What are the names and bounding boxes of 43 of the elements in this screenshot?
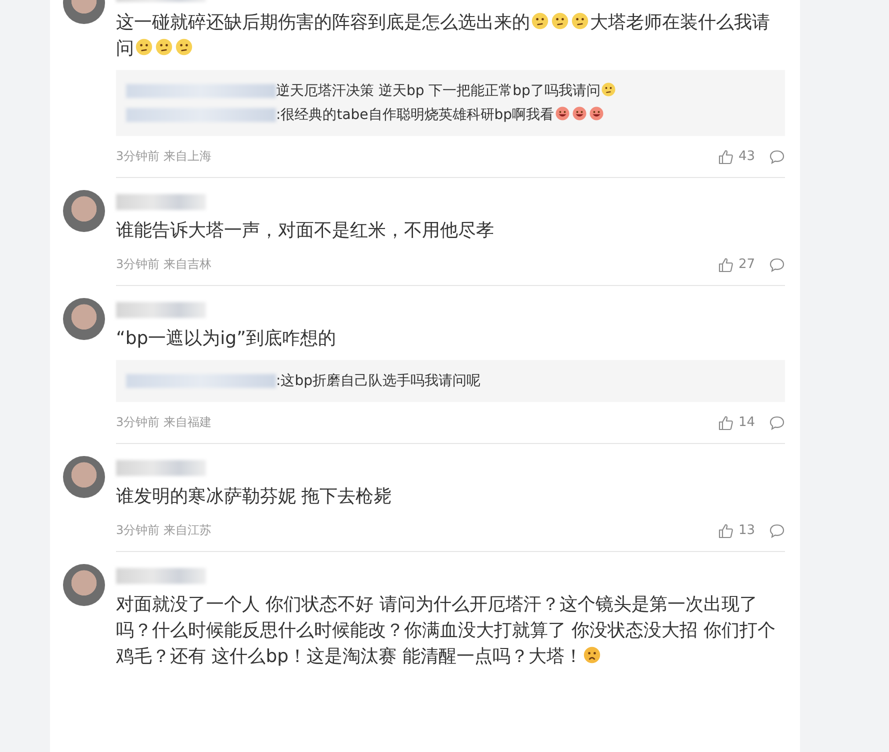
grin-emoji-icon [589,106,604,121]
comment-button[interactable] [769,256,785,272]
thinking-emoji-icon [601,82,616,97]
thinking-emoji-icon [531,12,549,30]
grin-emoji-icon [555,106,570,121]
avatar[interactable] [62,456,104,498]
speech-bubble-icon [769,256,785,272]
grin-emoji-icon [572,106,588,121]
like-button[interactable]: 27 [718,256,755,272]
avatar[interactable] [62,298,104,340]
like-button[interactable]: 43 [718,148,755,164]
comment-button[interactable] [769,522,785,538]
speech-bubble-icon [769,522,785,538]
speech-bubble-icon [769,148,785,164]
comment-meta: 3分钟前 来自江苏 [116,522,212,539]
comment-meta: 3分钟前 来自福建 [116,414,212,431]
comment-meta: 3分钟前 来自吉林 [116,256,212,273]
speech-bubble-icon [769,414,785,430]
comment-text: 对面就没了一个人 你们状态不好 请问为什么开厄塔汗？这个镜头是第一次出现了吗？什么时候能反思什么时候能改？你满血没大打就算了 你没状态没大招 你们打个鸡毛？还有 这什么bp！这是淘汰赛 能清醒一点吗？大塔！ [116,593,776,669]
thumbs-up-icon [718,414,734,430]
thumbs-up-icon [718,148,734,164]
like-button[interactable]: 14 [718,414,755,430]
comment-text: 这一碰就碎还缺后期伤害的阵容到底是怎么选出来的 大塔老师在装什么我请问 [116,11,771,61]
thinking-emoji-icon [571,12,589,30]
thinking-emoji-icon [551,12,569,30]
reply-text: :这bp折磨自己队选手吗我请问呢 [276,372,480,391]
avatar[interactable] [62,190,104,232]
comment-text: “bp一遮以为ig”到底咋想的 [116,327,337,351]
like-button[interactable]: 13 [718,522,755,538]
thinking-emoji-icon [175,38,193,56]
thinking-emoji-icon [155,38,173,56]
comment-button[interactable] [769,414,785,430]
thumbs-up-icon [718,256,734,272]
reply-text: :很经典的tabe自作聪明烧英雄科研bp啊我看 [276,103,606,127]
angry-emoji-icon [583,646,602,664]
reply-text: 逆天厄塔汗决策 逆天bp 下一把能正常bp了吗我请问 [276,79,618,103]
avatar[interactable] [62,564,104,606]
thumbs-up-icon [718,522,734,538]
comment-text: 谁发明的寒冰萨勒芬妮 拖下去枪毙 [116,485,393,509]
comment-button[interactable] [769,148,785,164]
comment-text: 谁能告诉大塔一声，对面不是红米，不用他尽孝 [116,219,495,243]
comment-meta: 3分钟前 来自上海 [116,148,212,165]
thinking-emoji-icon [135,38,153,56]
